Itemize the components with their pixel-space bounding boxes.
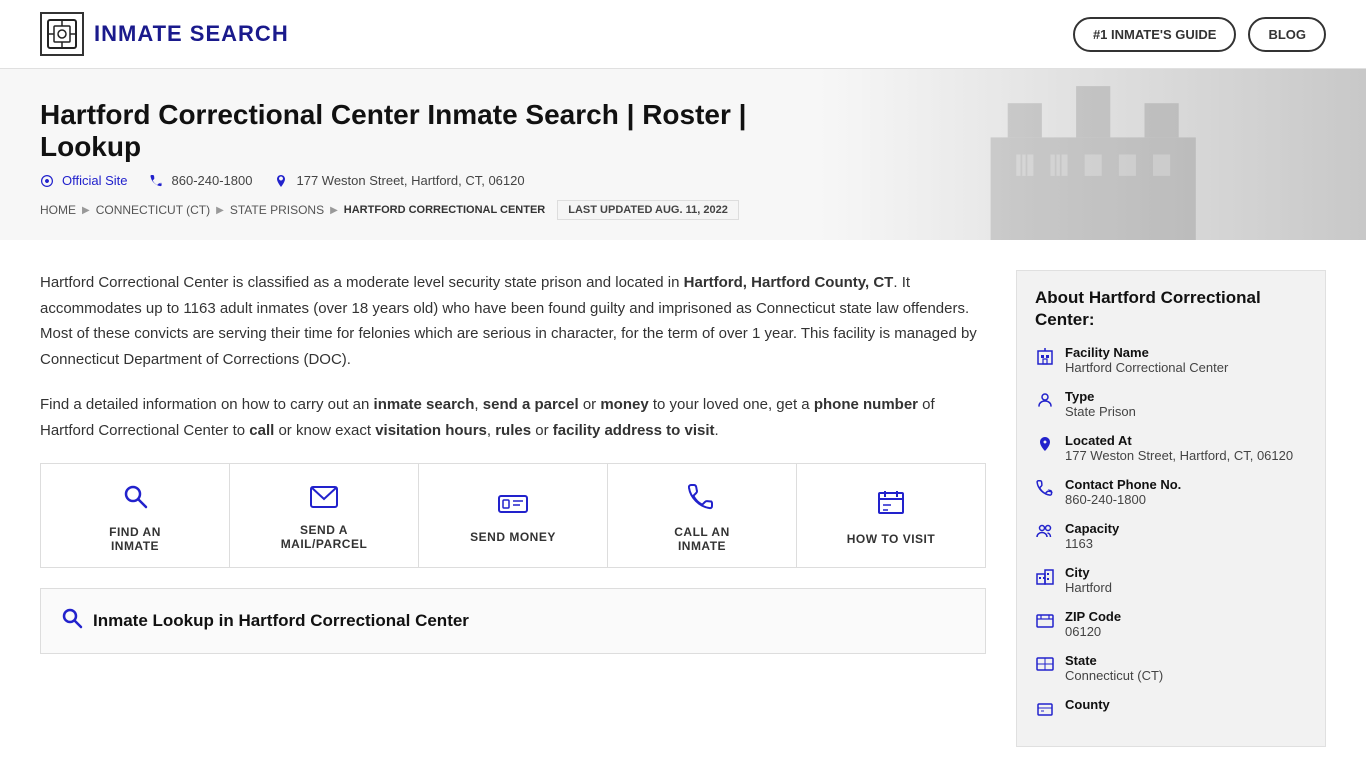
sidebar-row-location: Located At 177 Weston Street, Hartford, … <box>1035 433 1307 463</box>
breadcrumb-state-prisons[interactable]: STATE PRISONS <box>230 203 324 217</box>
phone-number[interactable]: 860-240-1800 <box>150 173 253 188</box>
logo-link[interactable]: INMATE SEARCH <box>40 12 289 56</box>
send-money-label: SEND MONEY <box>470 530 556 544</box>
visit-icon <box>877 489 905 524</box>
official-site-link[interactable]: Official Site <box>40 173 128 188</box>
main-layout: Hartford Correctional Center is classifi… <box>0 240 1366 777</box>
contact-phone-label: Contact Phone No. <box>1065 477 1181 492</box>
call-an-inmate-label: CALL ANINMATE <box>674 525 730 553</box>
last-updated-badge: LAST UPDATED AUG. 11, 2022 <box>557 200 739 220</box>
blog-button[interactable]: BLOG <box>1248 17 1326 52</box>
find-an-inmate-card[interactable]: FIND ANINMATE <box>41 464 230 567</box>
search-icon <box>121 482 149 517</box>
sidebar-row-facility-name: Facility Name Hartford Correctional Cent… <box>1035 345 1307 375</box>
building-icon <box>1035 347 1055 370</box>
hero-meta: Official Site 860-240-1800 177 Weston St… <box>40 173 1326 188</box>
city-icon <box>1035 567 1055 590</box>
city-label: City <box>1065 565 1112 580</box>
located-at-label: Located At <box>1065 433 1293 448</box>
header-nav: #1 INMATE'S GUIDE BLOG <box>1073 17 1326 52</box>
county-label: County <box>1065 697 1110 712</box>
sidebar-row-zip: ZIP Code 06120 <box>1035 609 1307 639</box>
facility-name-label: Facility Name <box>1065 345 1228 360</box>
phone-sidebar-icon <box>1035 479 1055 502</box>
description-paragraph-2: Find a detailed information on how to ca… <box>40 392 986 443</box>
address-text: 177 Weston Street, Hartford, CT, 06120 <box>274 173 524 188</box>
how-to-visit-label: HOW TO VISIT <box>847 532 935 546</box>
hero-section: Hartford Correctional Center Inmate Sear… <box>0 69 1366 240</box>
action-cards: FIND ANINMATE SEND AMAIL/PARCEL SEND MON… <box>40 463 986 568</box>
capacity-value: 1163 <box>1065 536 1119 551</box>
contact-phone-value: 860-240-1800 <box>1065 492 1181 507</box>
lookup-header: Inmate Lookup in Hartford Correctional C… <box>61 607 965 635</box>
state-label: State <box>1065 653 1163 668</box>
located-at-value: 177 Weston Street, Hartford, CT, 06120 <box>1065 448 1293 463</box>
sidebar-row-phone: Contact Phone No. 860-240-1800 <box>1035 477 1307 507</box>
about-heading: About Hartford Correctional Center: <box>1035 287 1307 331</box>
send-money-card[interactable]: SEND MONEY <box>419 464 608 567</box>
city-value: Hartford <box>1065 580 1112 595</box>
site-header: INMATE SEARCH #1 INMATE'S GUIDE BLOG <box>0 0 1366 69</box>
type-label: Type <box>1065 389 1136 404</box>
sidebar-row-capacity: Capacity 1163 <box>1035 521 1307 551</box>
breadcrumb-state[interactable]: CONNECTICUT (CT) <box>96 203 210 217</box>
state-icon <box>1035 655 1055 678</box>
zip-icon <box>1035 611 1055 634</box>
find-an-inmate-label: FIND ANINMATE <box>109 525 161 553</box>
money-icon <box>498 491 528 522</box>
inmates-guide-button[interactable]: #1 INMATE'S GUIDE <box>1073 17 1236 52</box>
description-paragraph-1: Hartford Correctional Center is classifi… <box>40 270 986 372</box>
breadcrumb-home[interactable]: HOME <box>40 203 76 217</box>
capacity-label: Capacity <box>1065 521 1119 536</box>
sidebar-row-city: City Hartford <box>1035 565 1307 595</box>
page-title: Hartford Correctional Center Inmate Sear… <box>40 99 800 163</box>
county-icon <box>1035 699 1055 722</box>
call-an-inmate-card[interactable]: CALL ANINMATE <box>608 464 797 567</box>
type-icon <box>1035 391 1055 414</box>
sidebar-row-type: Type State Prison <box>1035 389 1307 419</box>
mail-icon <box>310 484 338 515</box>
sidebar-row-county: County <box>1035 697 1307 722</box>
facility-name-value: Hartford Correctional Center <box>1065 360 1228 375</box>
lookup-section: Inmate Lookup in Hartford Correctional C… <box>40 588 986 654</box>
logo-icon <box>40 12 84 56</box>
hero-content: Hartford Correctional Center Inmate Sear… <box>40 99 1326 220</box>
send-mail-card[interactable]: SEND AMAIL/PARCEL <box>230 464 419 567</box>
lookup-search-icon <box>61 607 83 635</box>
zip-value: 06120 <box>1065 624 1121 639</box>
phone-icon <box>688 482 716 517</box>
how-to-visit-card[interactable]: HOW TO VISIT <box>797 464 985 567</box>
capacity-icon <box>1035 523 1055 546</box>
zip-label: ZIP Code <box>1065 609 1121 624</box>
breadcrumb-current: HARTFORD CORRECTIONAL CENTER <box>344 204 545 216</box>
send-mail-label: SEND AMAIL/PARCEL <box>281 523 368 551</box>
state-value: Connecticut (CT) <box>1065 668 1163 683</box>
location-icon <box>1035 435 1055 458</box>
breadcrumb: HOME ▶ CONNECTICUT (CT) ▶ STATE PRISONS … <box>40 200 1326 220</box>
sidebar: About Hartford Correctional Center: Faci… <box>1016 270 1326 747</box>
type-value: State Prison <box>1065 404 1136 419</box>
lookup-heading: Inmate Lookup in Hartford Correctional C… <box>93 611 469 631</box>
about-box: About Hartford Correctional Center: Faci… <box>1016 270 1326 747</box>
main-content: Hartford Correctional Center is classifi… <box>40 270 986 747</box>
sidebar-row-state: State Connecticut (CT) <box>1035 653 1307 683</box>
logo-text: INMATE SEARCH <box>94 21 289 47</box>
